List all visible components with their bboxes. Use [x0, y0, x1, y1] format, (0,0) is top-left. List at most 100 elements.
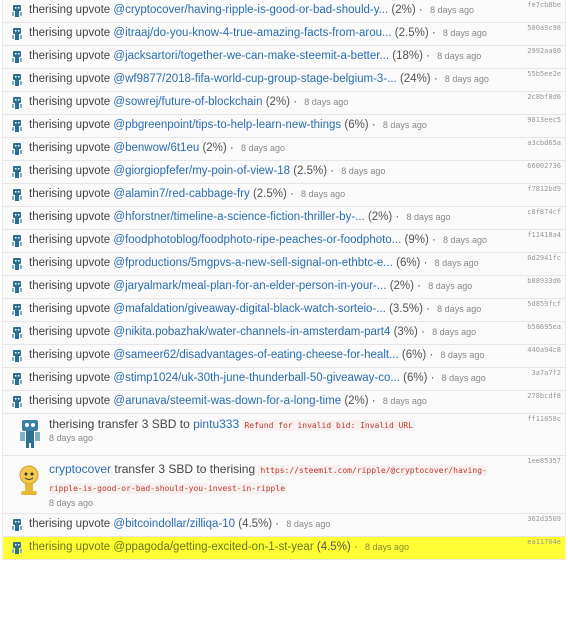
- avatar-icon[interactable]: [12, 28, 22, 42]
- post-link[interactable]: @foodphotoblog/foodphoto-ripe-peaches-or…: [113, 234, 401, 246]
- transfer-target[interactable]: pintu333: [193, 417, 239, 431]
- avatar-icon[interactable]: [12, 396, 22, 410]
- post-link[interactable]: @alamin7/red-cabbage-fry: [113, 188, 249, 200]
- avatar-icon[interactable]: [12, 189, 22, 203]
- transaction-id[interactable]: a3cbd65a: [527, 139, 561, 147]
- coin-avatar-icon[interactable]: [15, 464, 43, 496]
- transaction-id[interactable]: 278bcdf8: [527, 392, 561, 400]
- vote-weight: (6%): [401, 349, 427, 361]
- post-link[interactable]: @sowrej/future-of-blockchain: [113, 96, 262, 108]
- transaction-id[interactable]: 2c8bf8d6: [527, 93, 561, 101]
- vote-weight: (6%): [344, 119, 369, 131]
- post-link[interactable]: @hforstner/timeline-a-science-fiction-th…: [113, 211, 364, 223]
- robot-avatar-icon[interactable]: [17, 419, 43, 449]
- transaction-id[interactable]: 55b5ee2e: [527, 70, 561, 78]
- avatar-icon[interactable]: [12, 304, 22, 318]
- timestamp: 8 days ago: [441, 373, 486, 383]
- transaction-id[interactable]: c8f874cf: [527, 208, 561, 216]
- action-label: upvote: [75, 395, 111, 407]
- user-name: therising: [29, 96, 73, 108]
- post-link[interactable]: @jaryalmark/meal-plan-for-an-elder-perso…: [113, 280, 386, 292]
- user-name: therising: [29, 372, 73, 384]
- activity-text: therising upvote @hforstner/timeline-a-s…: [29, 211, 451, 223]
- transaction-id[interactable]: 500a9c98: [527, 24, 561, 32]
- transaction-id[interactable]: f11418a4: [527, 231, 561, 239]
- timestamp: 8 days ago: [49, 498, 94, 508]
- transaction-id[interactable]: 440a94c8: [527, 346, 561, 354]
- activity-text: therising upvote @jaryalmark/meal-plan-f…: [29, 280, 473, 292]
- activity-row: therising upvote @foodphotoblog/foodphot…: [2, 230, 566, 253]
- timestamp: 8 days ago: [440, 350, 485, 360]
- post-link[interactable]: @stimp1024/uk-30th-june-thunderball-50-g…: [113, 372, 400, 384]
- transaction-id[interactable]: b58695ea: [527, 323, 561, 331]
- avatar-icon[interactable]: [12, 5, 22, 19]
- post-link[interactable]: @bitcoindollar/zilliqa-10: [113, 518, 235, 530]
- activity-row: therising upvote @giorgiopfefer/my-poin-…: [2, 161, 566, 184]
- avatar-icon[interactable]: [12, 258, 22, 272]
- vote-weight: (24%): [399, 73, 431, 85]
- avatar-icon[interactable]: [12, 373, 22, 387]
- activity-text: therising upvote @nikita.pobazhak/water-…: [29, 326, 477, 338]
- avatar-icon[interactable]: [12, 327, 22, 341]
- post-link[interactable]: @jacksartori/together-we-can-make-steemi…: [113, 50, 389, 62]
- transaction-id[interactable]: 66002736: [527, 162, 561, 170]
- post-link[interactable]: @sameer62/disadvantages-of-eating-cheese…: [113, 349, 398, 361]
- avatar-icon[interactable]: [12, 143, 22, 157]
- transaction-id[interactable]: 2992aa80: [527, 47, 561, 55]
- avatar-icon[interactable]: [12, 74, 22, 88]
- transaction-id[interactable]: 362d3509: [527, 515, 561, 523]
- user-name: therising: [29, 234, 73, 246]
- avatar-icon[interactable]: [12, 120, 22, 134]
- avatar-icon[interactable]: [12, 212, 22, 226]
- post-link[interactable]: @cryptocover/having-ripple-is-good-or-ba…: [113, 4, 388, 16]
- avatar-icon[interactable]: [12, 519, 22, 533]
- avatar-icon[interactable]: [12, 97, 22, 111]
- user-name: therising: [29, 349, 73, 361]
- post-link[interactable]: @mafaldation/giveaway-digital-black-watc…: [113, 303, 385, 315]
- activity-row: therising upvote @sameer62/disadvantages…: [2, 345, 566, 368]
- vote-weight: (2.5%): [293, 165, 328, 177]
- avatar-icon[interactable]: [12, 542, 22, 556]
- transaction-id[interactable]: ff11058c: [527, 415, 561, 423]
- transfer-target: therising: [209, 462, 256, 476]
- transaction-id[interactable]: fe7cb8be: [527, 1, 561, 9]
- post-link[interactable]: @ppagoda/getting-excited-on-1-st-year: [113, 541, 313, 553]
- post-link[interactable]: @nikita.pobazhak/water-channels-in-amste…: [113, 326, 390, 338]
- user-name: therising: [29, 280, 73, 292]
- avatar-icon[interactable]: [12, 235, 22, 249]
- post-link[interactable]: @fproductions/5mgpvs-a-new-sell-signal-o…: [113, 257, 393, 269]
- avatar-icon[interactable]: [12, 166, 22, 180]
- transaction-id[interactable]: f7812bd9: [527, 185, 561, 193]
- activity-row: therising upvote @alamin7/red-cabbage-fr…: [2, 184, 566, 207]
- transaction-id[interactable]: ea11704e: [527, 538, 561, 546]
- activity-row: therising upvote @itraaj/do-you-know-4-t…: [2, 23, 566, 46]
- user-name: therising: [29, 73, 73, 85]
- user-name: therising: [29, 395, 73, 407]
- transaction-id[interactable]: 9813eec5: [527, 116, 561, 124]
- transaction-id[interactable]: 1ee85357: [527, 457, 561, 465]
- avatar-icon[interactable]: [12, 350, 22, 364]
- user-name: therising: [29, 50, 73, 62]
- activity-text: therising upvote @cryptocover/having-rip…: [29, 4, 474, 16]
- transaction-id[interactable]: b88933d6: [527, 277, 561, 285]
- post-link[interactable]: @arunava/steemit-was-down-for-a-long-tim…: [113, 395, 341, 407]
- post-link[interactable]: @wf9877/2018-fifa-world-cup-group-stage-…: [113, 73, 396, 85]
- post-link[interactable]: @giorgiopfefer/my-poin-of-view-18: [113, 165, 290, 177]
- user-name: therising: [29, 142, 73, 154]
- user-name: therising: [49, 417, 95, 431]
- action-label: upvote: [75, 280, 111, 292]
- avatar-icon[interactable]: [12, 51, 22, 65]
- transaction-id[interactable]: 5d859fcf: [527, 300, 561, 308]
- transaction-id[interactable]: 3a7a7f2: [531, 369, 561, 377]
- post-link[interactable]: @benwow/6t1eu: [113, 142, 199, 154]
- post-link[interactable]: @itraaj/do-you-know-4-true-amazing-facts…: [113, 27, 391, 39]
- vote-weight: (18%): [392, 50, 423, 62]
- post-link[interactable]: @pbgreenpoint/tips-to-help-learn-new-thi…: [113, 119, 341, 131]
- activity-row: therising upvote @sowrej/future-of-block…: [2, 92, 566, 115]
- avatar-icon[interactable]: [12, 281, 22, 295]
- timestamp: 8 days ago: [428, 281, 473, 291]
- action-label: upvote: [75, 518, 111, 530]
- activity-row: therising upvote @benwow/6t1eu (2%) · 8 …: [2, 138, 566, 161]
- transaction-id[interactable]: 6d2941fc: [527, 254, 561, 262]
- user-link[interactable]: cryptocover: [49, 462, 111, 476]
